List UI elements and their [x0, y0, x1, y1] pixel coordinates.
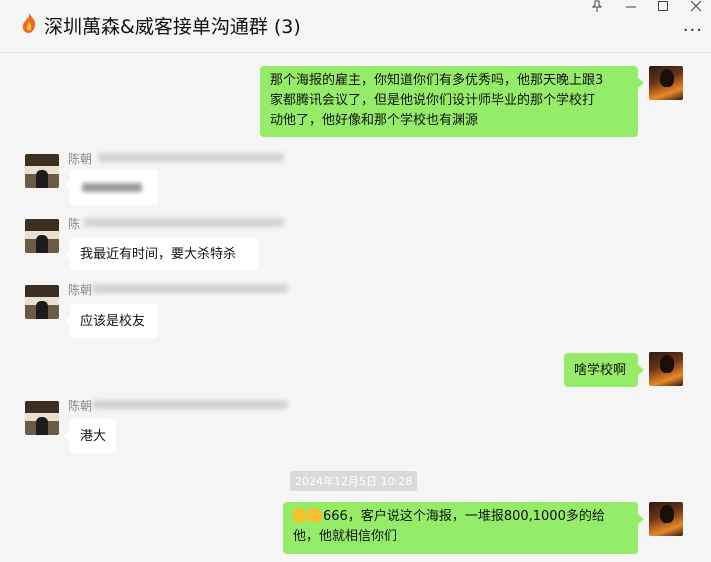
message-line: 啥学校啊 [574, 363, 627, 378]
message-text: 666，客户说这个海报，一堆报800,1000多的给 [323, 509, 605, 524]
avatar[interactable] [25, 285, 59, 319]
fire-icon [22, 13, 36, 33]
redacted-name [84, 218, 284, 227]
chat-title: 深圳萬森&威客接单沟通群 (3) [44, 16, 301, 38]
bubble-tail [638, 514, 644, 524]
maximize-icon[interactable] [653, 0, 673, 14]
redacted-name [92, 400, 288, 409]
thumbs-up-icon [308, 508, 322, 522]
message-line: 家都腾讯会议了，但是他说你们设计师毕业的那个学校打 [270, 93, 596, 108]
bubble-tail [638, 78, 644, 88]
message-line: 动他了，他好像和那个学校也有渊源 [270, 113, 479, 128]
avatar[interactable] [649, 502, 683, 536]
pin-icon[interactable] [587, 0, 607, 14]
timestamp: 2024年12月5日 10:28 [290, 471, 418, 491]
sender-name: 陈朝 [68, 399, 93, 413]
minimize-icon[interactable] [621, 0, 641, 14]
bubble-tail [638, 365, 644, 375]
message-bubble[interactable]: 港大 [70, 419, 116, 453]
thumbs-up-icon [293, 508, 307, 522]
message-line: 他，他就相信你们 [293, 529, 398, 544]
message-bubble[interactable]: 啥学校啊 [564, 353, 638, 387]
message-bubble[interactable]: 666，客户说这个海报，一堆报800,1000多的给 他，他就相信你们 [283, 502, 638, 554]
more-options-icon[interactable]: ··· [683, 20, 703, 41]
redacted-name [92, 284, 288, 293]
sender-name: 陈朝 [68, 152, 93, 166]
redacted-name [98, 153, 284, 162]
sender-name: 陈朝 [68, 283, 93, 297]
redacted-content [82, 183, 142, 192]
message-bubble[interactable]: 我最近有时间，要大杀特杀 [70, 237, 258, 271]
avatar[interactable] [25, 401, 59, 435]
avatar[interactable] [649, 66, 683, 100]
avatar[interactable] [25, 219, 59, 253]
sender-name: 陈 [68, 217, 81, 231]
avatar[interactable] [649, 352, 683, 386]
message-bubble[interactable]: 应该是校友 [70, 304, 158, 338]
message-bubble[interactable] [70, 169, 158, 205]
title-bar: 深圳萬森&威客接单沟通群 (3) ··· [0, 0, 711, 52]
title-divider [0, 52, 711, 53]
avatar[interactable] [25, 154, 59, 188]
message-line: 666，客户说这个海报，一堆报800,1000多的给 [293, 507, 628, 527]
message-bubble[interactable]: 那个海报的雇主，你知道你们有多优秀吗，他那天晚上跟3 家都腾讯会议了，但是他说你… [260, 66, 638, 137]
message-line: 那个海报的雇主，你知道你们有多优秀吗，他那天晚上跟3 [270, 73, 604, 88]
close-icon[interactable] [686, 0, 706, 14]
